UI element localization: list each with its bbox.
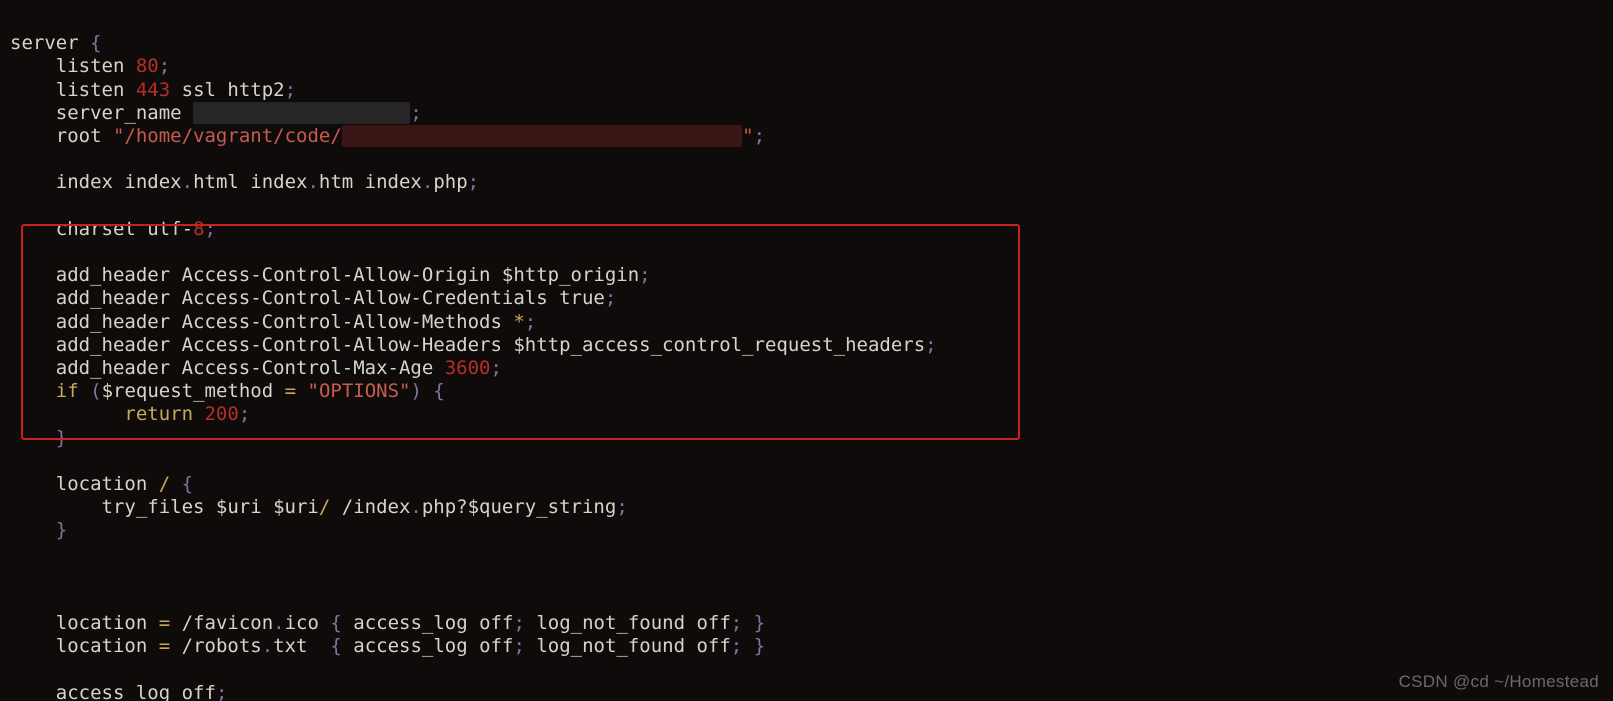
path-robots: /robots [182, 635, 262, 657]
header-allow-credentials: Access-Control-Allow-Credentials true [182, 287, 605, 309]
header-allow-methods: Access-Control-Allow-Methods [182, 311, 514, 333]
directive-server-name: server_name [56, 102, 182, 124]
keyword-return: return [124, 403, 193, 425]
root-path: "/home/vagrant/code/ [113, 125, 342, 147]
redacted-root-path [342, 125, 742, 147]
header-allow-origin: Access-Control-Allow-Origin $http_origin [182, 264, 640, 286]
directive-listen: listen [56, 55, 125, 77]
directive-try-files: try_files $uri $uri [102, 496, 319, 518]
var-request-method: $request_method [102, 380, 274, 402]
path-favicon: /favicon [182, 612, 274, 634]
keyword-server: server [10, 32, 79, 54]
port-443: 443 [136, 79, 170, 101]
status-200: 200 [204, 403, 238, 425]
header-max-age: Access-Control-Max-Age [182, 357, 445, 379]
wildcard: * [513, 311, 524, 333]
directive-root: root [56, 125, 102, 147]
string-options: "OPTIONS" [308, 380, 411, 402]
brace-open: { [90, 32, 101, 54]
redacted-server-name [193, 102, 410, 124]
brace-close: } [56, 427, 67, 449]
keyword-if: if [56, 380, 79, 402]
port-80: 80 [136, 55, 159, 77]
header-allow-headers: Access-Control-Allow-Headers $http_acces… [182, 334, 926, 356]
directive-charset: charset [56, 218, 136, 240]
nginx-config-code: server { listen 80; listen 443 ssl http2… [0, 0, 1613, 701]
directive-add-header: add_header [56, 264, 170, 286]
directive-index: index [56, 171, 113, 193]
directive-access-log: access_log [56, 682, 170, 701]
directive-location: location [56, 473, 148, 495]
watermark: CSDN @cd ~/Homestead [1399, 672, 1599, 692]
